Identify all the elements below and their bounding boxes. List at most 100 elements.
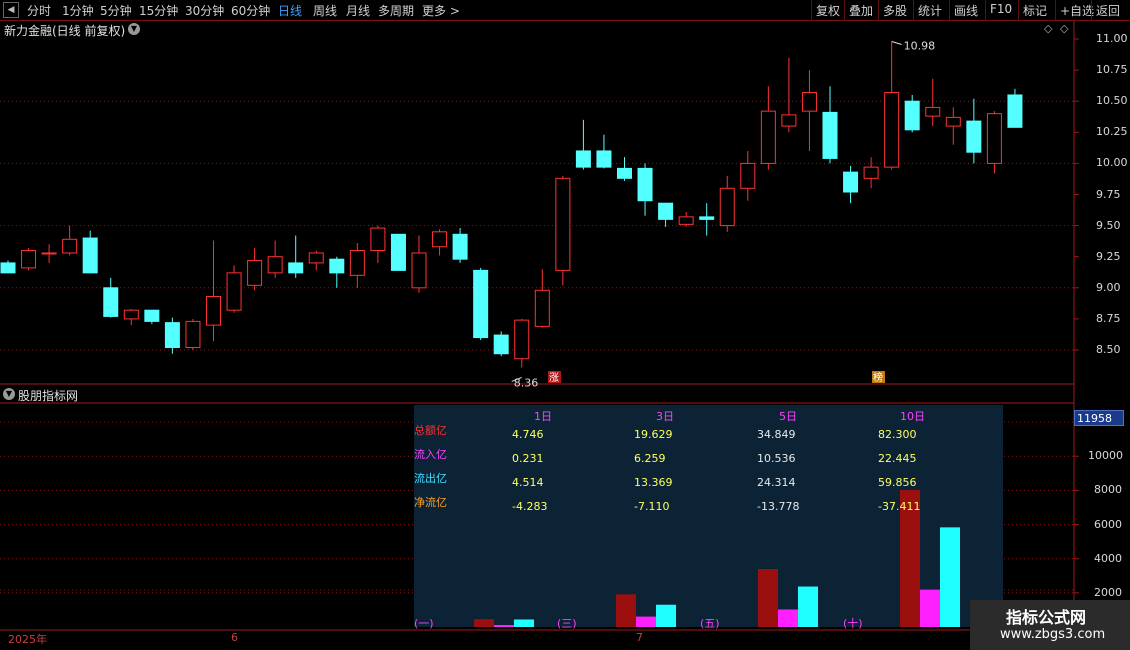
price-tick-label: 9.50 [1096, 218, 1121, 232]
candle-body [288, 262, 304, 274]
sub-tick-label: 10000 [1088, 449, 1123, 463]
high-marker-label: 10.98 [904, 39, 936, 52]
candle-body [41, 252, 57, 255]
candle-body [349, 249, 365, 276]
period-tab-10[interactable]: 更多 > [422, 2, 460, 19]
candle-body [370, 227, 386, 251]
period-tab-2[interactable]: 5分钟 [100, 2, 132, 19]
toolbar-button-3[interactable]: 统计 [918, 2, 942, 19]
candle-body [164, 322, 180, 349]
period-tab-8[interactable]: 月线 [346, 2, 370, 19]
period-tab-4[interactable]: 30分钟 [185, 2, 224, 19]
row-label: 净流亿 [414, 496, 447, 509]
fund-bar [940, 527, 960, 627]
table-cell: 4.514 [512, 476, 544, 489]
date-label-year: 2025年 [8, 633, 47, 646]
period-tab-9[interactable]: 多周期 [378, 2, 414, 19]
toolbar-button-0[interactable]: 复权 [816, 2, 840, 19]
candle-body [986, 113, 1002, 164]
table-cell: 0.231 [512, 452, 544, 465]
period-toolbar: ◀ 分时 1分钟 5分钟 15分钟 30分钟 60分钟 日线 周线 月线 多周期 更多 > 复权 叠加… [0, 0, 1130, 21]
chart-dropdown-icon[interactable]: ▼ [128, 23, 140, 35]
candle-body [801, 91, 817, 112]
price-tick-label: 10.25 [1096, 125, 1128, 139]
diamond-icon[interactable]: ◇ [1044, 22, 1052, 35]
period-tab-0[interactable]: 分时 [27, 2, 51, 19]
period-tab-1[interactable]: 1分钟 [62, 2, 94, 19]
candle-body [411, 252, 427, 289]
group-label: (十) [843, 617, 863, 630]
toolbar-separator [949, 0, 950, 20]
candle-body [0, 262, 16, 274]
table-cell: 34.849 [757, 428, 796, 441]
candle-body [740, 162, 756, 189]
period-tab-5[interactable]: 60分钟 [231, 2, 270, 19]
watermark-url: www.zbgs3.com [1000, 627, 1106, 642]
candle-body [226, 272, 242, 311]
candle-body [884, 91, 900, 168]
toolbar-separator [844, 0, 845, 20]
toolbar-separator [1091, 0, 1092, 20]
sub-tick-label: 6000 [1094, 517, 1122, 531]
toolbar-separator [878, 0, 879, 20]
toolbar-left-arrow-icon[interactable]: ◀ [3, 2, 19, 18]
price-tick-label: 10.75 [1096, 63, 1128, 77]
fund-bar [920, 589, 940, 627]
period-tab-6[interactable]: 日线 [278, 2, 302, 19]
collapse-icon[interactable]: ◇ [1060, 22, 1068, 35]
fund-bar [798, 586, 818, 627]
price-tick-label: 8.75 [1096, 311, 1121, 325]
candle-body [617, 167, 632, 179]
candle-body [432, 231, 448, 248]
candle-body [719, 187, 735, 227]
group-label: (一) [414, 617, 434, 630]
toolbar-button-8[interactable]: 返回 [1096, 2, 1120, 19]
candle-body [945, 116, 961, 127]
candle-body [452, 233, 468, 260]
table-header: 5日 [779, 410, 797, 423]
toolbar-button-1[interactable]: 叠加 [849, 2, 873, 19]
fund-bar [656, 604, 676, 627]
toolbar-separator [811, 0, 812, 20]
candle-body [206, 296, 221, 326]
candle-body [863, 166, 879, 179]
candle-body [267, 256, 283, 274]
table-cell: 4.746 [512, 428, 544, 441]
low-marker-line [511, 376, 522, 382]
candle-body [658, 202, 674, 220]
table-cell: -4.283 [512, 500, 548, 513]
period-tab-7[interactable]: 周线 [313, 2, 337, 19]
toolbar-button-4[interactable]: 画线 [954, 2, 978, 19]
toolbar-button-5[interactable]: F10 [990, 2, 1012, 16]
price-tick-label: 10.00 [1096, 156, 1128, 170]
table-cell: 10.536 [757, 452, 796, 465]
table-cell: -7.110 [634, 500, 670, 513]
period-tab-3[interactable]: 15分钟 [139, 2, 178, 19]
toolbar-button-2[interactable]: 多股 [883, 2, 907, 19]
price-tick-label: 11.00 [1096, 32, 1128, 45]
indicator-dropdown-icon[interactable]: ▼ [3, 388, 15, 400]
row-label: 总额亿 [414, 424, 447, 437]
sub-tick-label: 8000 [1094, 483, 1122, 497]
fund-bar [514, 619, 534, 627]
group-label: (五) [700, 617, 720, 630]
table-header: 3日 [656, 410, 674, 423]
toolbar-button-7[interactable]: +自选 [1060, 2, 1094, 19]
toolbar-separator [913, 0, 914, 20]
candle-body [308, 252, 324, 264]
row-label: 流出亿 [414, 472, 447, 485]
candle-body [21, 249, 37, 269]
candle-body [596, 150, 612, 168]
candle-body [390, 233, 406, 271]
table-cell: -37.411 [878, 500, 921, 513]
indicator-title: 股朋指标网 [18, 389, 79, 403]
candle-body [144, 309, 160, 322]
table-cell: 22.445 [878, 452, 917, 465]
table-cell: 19.629 [634, 428, 673, 441]
candle-body [82, 237, 98, 274]
fund-bar [616, 594, 636, 627]
toolbar-button-6[interactable]: 标记 [1023, 2, 1047, 19]
candle-body [678, 216, 694, 225]
table-header: 1日 [534, 410, 552, 423]
fund-bar [758, 568, 778, 627]
